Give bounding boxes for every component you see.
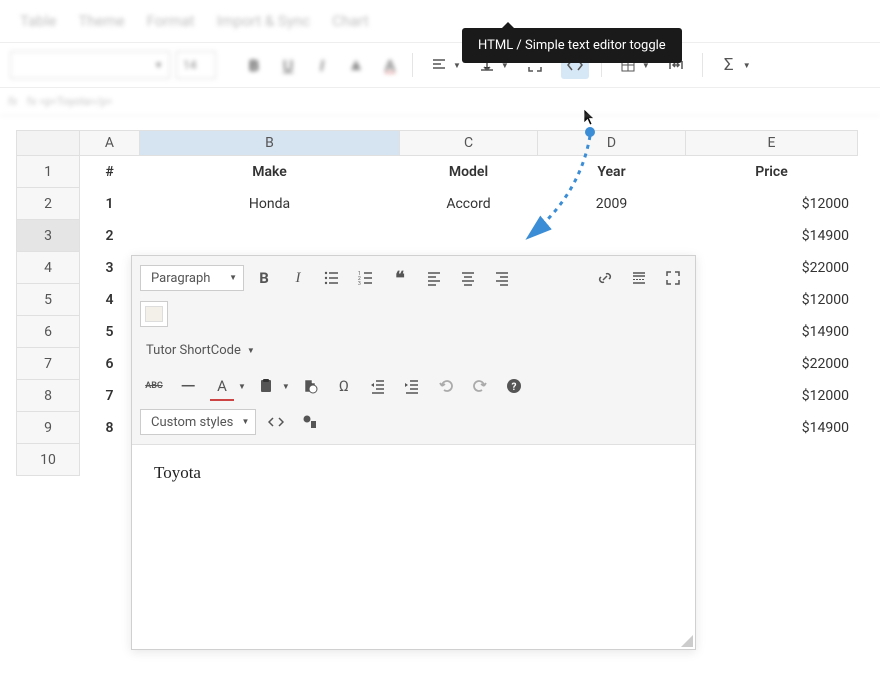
bullet-list-icon[interactable] [318, 264, 346, 292]
cell[interactable]: $22000 [686, 348, 858, 380]
code-icon[interactable] [262, 408, 290, 436]
row-headers: 1 2 3 4 5 6 7 8 9 10 [16, 130, 80, 476]
row-header[interactable]: 7 [16, 348, 80, 380]
clear-format-icon[interactable] [296, 372, 324, 400]
editor-content[interactable]: Toyota [132, 445, 695, 649]
bold-icon[interactable]: B [240, 51, 268, 79]
cell[interactable]: 2009 [538, 188, 686, 220]
main-toolbar: ▼ 14 B U I A ▼ ▼ [0, 42, 880, 88]
menu-item[interactable]: Import & Sync [217, 12, 310, 30]
italic-icon[interactable]: I [284, 264, 312, 292]
svg-text:?: ? [511, 382, 516, 393]
horizontal-rule-icon[interactable]: — [174, 372, 202, 400]
cell[interactable]: $14900 [686, 412, 858, 444]
table-row: # Make Model Year Price [80, 156, 860, 188]
menu-item[interactable]: Chart [332, 12, 369, 30]
col-header[interactable]: A [80, 130, 140, 156]
cell[interactable]: $12000 [686, 188, 858, 220]
align-right-icon[interactable] [488, 264, 516, 292]
row-header[interactable]: 6 [16, 316, 80, 348]
special-char-icon[interactable]: Ω [330, 372, 358, 400]
cell-editor-popup: Paragraph B I 123 ❝ [131, 255, 696, 650]
col-header[interactable]: C [400, 130, 538, 156]
col-header[interactable]: B [140, 130, 400, 156]
svg-text:3: 3 [358, 281, 361, 286]
cell[interactable]: # [80, 156, 140, 188]
cell[interactable]: Accord [400, 188, 538, 220]
font-family-select[interactable]: ▼ [10, 51, 170, 79]
numbered-list-icon[interactable]: 123 [352, 264, 380, 292]
menu-item[interactable]: Format [147, 12, 195, 30]
menubar: Table Theme Format Import & Sync Chart [0, 0, 880, 42]
row-header[interactable]: 10 [16, 444, 80, 476]
cell[interactable]: $12000 [686, 284, 858, 316]
menu-item[interactable]: Theme [78, 12, 124, 30]
cell[interactable] [400, 220, 538, 252]
underline-icon[interactable]: U [274, 51, 302, 79]
col-header[interactable]: E [686, 130, 858, 156]
custom-styles-select[interactable]: Custom styles [140, 409, 256, 435]
cell[interactable]: Model [400, 156, 538, 188]
help-icon[interactable]: ? [500, 372, 528, 400]
select-all-corner[interactable] [16, 130, 80, 156]
row-header[interactable]: 2 [16, 188, 80, 220]
font-size-input[interactable]: 14 [176, 51, 216, 79]
cell[interactable]: $14900 [686, 316, 858, 348]
table-row: 2 $14900 [80, 220, 860, 252]
fill-color-icon[interactable] [342, 51, 370, 79]
undo-icon[interactable] [432, 372, 460, 400]
cell[interactable] [140, 220, 400, 252]
editor-toolbar: Paragraph B I 123 ❝ [132, 256, 695, 445]
row-header[interactable]: 9 [16, 412, 80, 444]
cell[interactable]: $12000 [686, 380, 858, 412]
italic-icon[interactable]: I [308, 51, 336, 79]
cell[interactable]: Year [538, 156, 686, 188]
caret-down-icon[interactable]: ▼ [282, 382, 290, 391]
cell[interactable]: $14900 [686, 220, 858, 252]
row-header[interactable]: 4 [16, 252, 80, 284]
menu-item[interactable]: Table [20, 12, 56, 30]
fullscreen-icon[interactable] [659, 264, 687, 292]
row-header[interactable]: 5 [16, 284, 80, 316]
row-header[interactable]: 3 [16, 220, 80, 252]
col-header[interactable]: D [538, 130, 686, 156]
tutor-shortcode-select[interactable]: Tutor ShortCode [140, 337, 261, 363]
caret-down-icon[interactable]: ▼ [238, 382, 246, 391]
paste-icon[interactable] [252, 372, 280, 400]
blockquote-icon[interactable]: ❝ [386, 264, 414, 292]
text-color-icon[interactable]: A [376, 51, 404, 79]
media-icon[interactable] [296, 408, 324, 436]
cell[interactable]: $22000 [686, 252, 858, 284]
indent-icon[interactable] [398, 372, 426, 400]
row-header[interactable]: 8 [16, 380, 80, 412]
strikethrough-icon[interactable]: ABC [140, 372, 168, 400]
column-headers: A B C D E [80, 130, 860, 156]
row-header[interactable]: 1 [16, 156, 80, 188]
cell[interactable]: Honda [140, 188, 400, 220]
cell[interactable]: 2 [80, 220, 140, 252]
cell[interactable] [538, 220, 686, 252]
block-format-select[interactable]: Paragraph [140, 265, 244, 291]
cell[interactable]: Price [686, 156, 858, 188]
align-horizontal-icon[interactable] [425, 51, 453, 79]
table-row: 1 Honda Accord 2009 $12000 [80, 188, 860, 220]
tooltip: HTML / Simple text editor toggle [462, 28, 682, 63]
caret-down-icon[interactable]: ▼ [743, 61, 751, 70]
align-left-icon[interactable] [420, 264, 448, 292]
cell[interactable]: 1 [80, 188, 140, 220]
insert-more-icon[interactable] [625, 264, 653, 292]
text-color-icon[interactable]: A [208, 372, 236, 400]
resize-handle[interactable] [681, 635, 693, 647]
bold-icon[interactable]: B [250, 264, 278, 292]
formula-content: fx =p<Toyota>/p> [27, 95, 112, 108]
formula-bar[interactable]: fx fx =p<Toyota>/p> [0, 88, 880, 116]
link-icon[interactable] [591, 264, 619, 292]
image-icon[interactable] [140, 301, 168, 327]
align-center-icon[interactable] [454, 264, 482, 292]
cell[interactable]: Make [140, 156, 400, 188]
outdent-icon[interactable] [364, 372, 392, 400]
redo-icon[interactable] [466, 372, 494, 400]
sigma-icon[interactable]: Σ [715, 51, 743, 79]
caret-down-icon[interactable]: ▼ [453, 61, 461, 70]
